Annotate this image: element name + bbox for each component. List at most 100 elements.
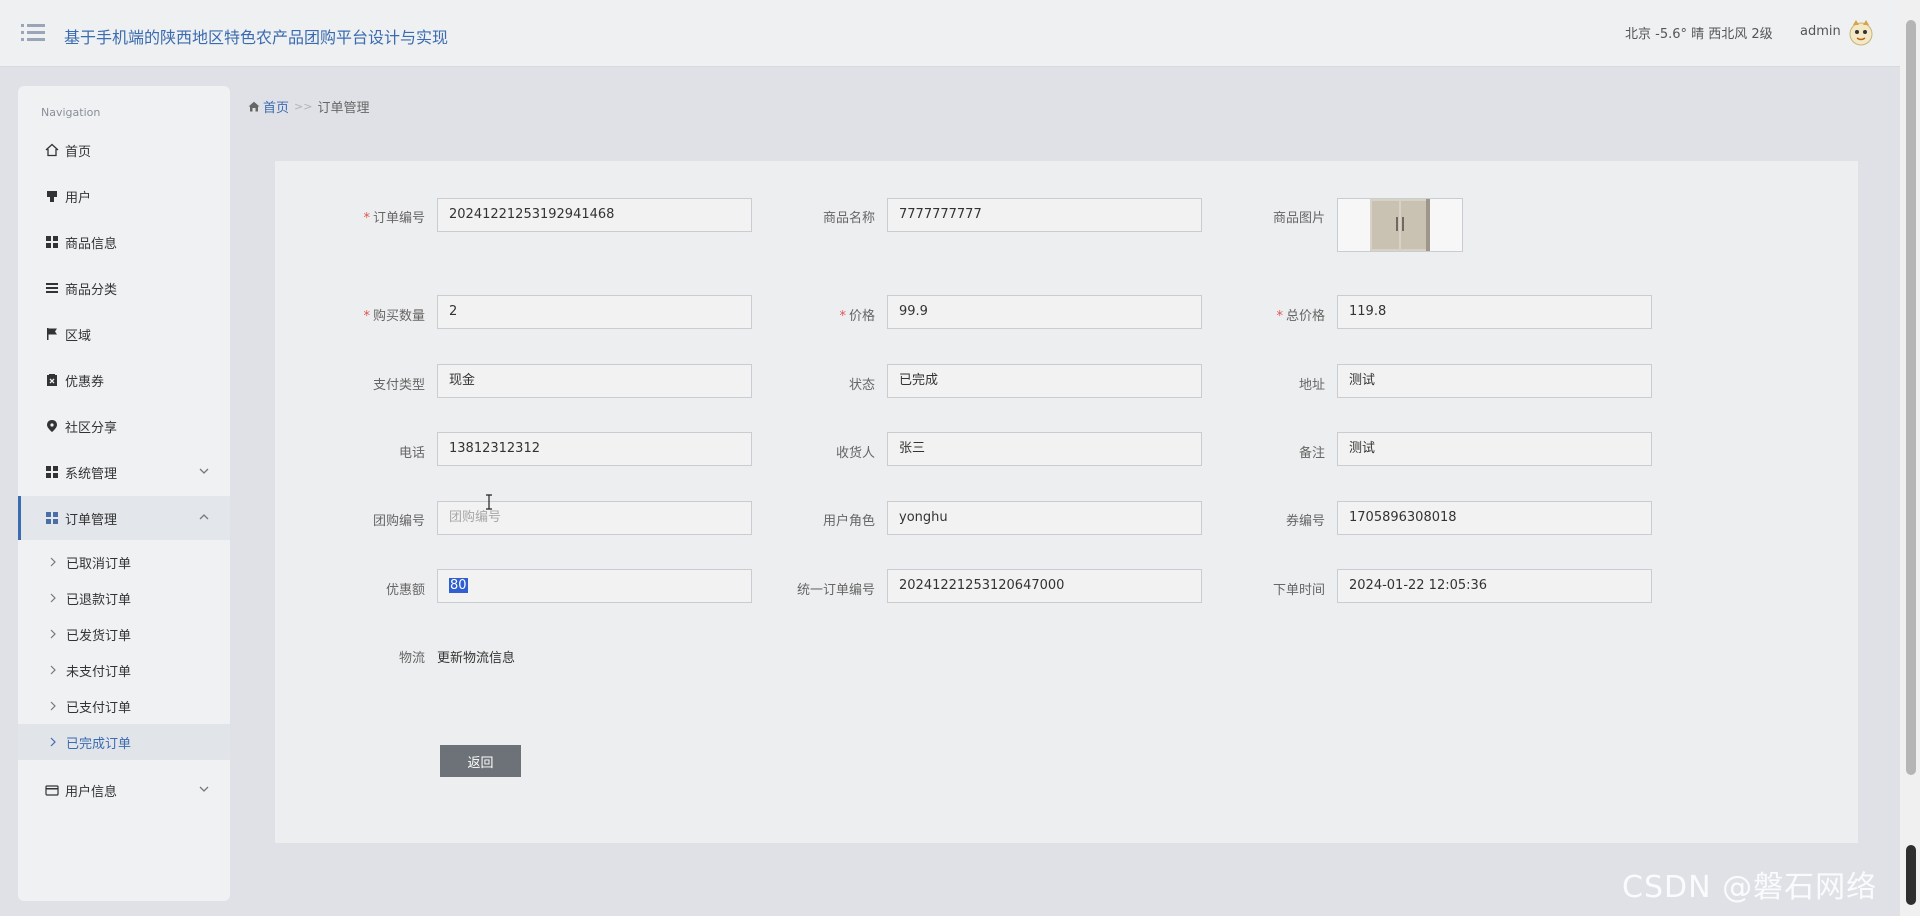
- chevron-right-icon: [50, 629, 56, 639]
- nav-heading: Navigation: [41, 106, 101, 119]
- grid-icon: [45, 511, 59, 525]
- grid-icon: [45, 465, 59, 479]
- pay-type-label: 支付类型: [372, 378, 425, 393]
- sidebar-subitem-shipped-orders[interactable]: 已发货订单: [18, 616, 230, 652]
- coupon-no-field[interactable]: 1705896308018: [1337, 501, 1652, 535]
- logistics-label: 物流: [398, 651, 425, 666]
- breadcrumb-separator: >>: [294, 100, 313, 113]
- quantity-field[interactable]: 2: [437, 295, 752, 329]
- sidebar-item-label: 优惠券: [65, 374, 105, 390]
- breadcrumb-current: 订单管理: [317, 101, 370, 116]
- scrollbar-thumb-lower[interactable]: [1906, 845, 1916, 905]
- total-price-label-text: 总价格: [1285, 309, 1325, 324]
- chevron-right-icon: [50, 701, 56, 711]
- avatar[interactable]: [1848, 18, 1874, 46]
- grid-icon: [45, 235, 59, 249]
- quantity-label: * 购买数量: [275, 305, 425, 324]
- address-field[interactable]: 测试: [1337, 364, 1652, 398]
- sidebar-subitem-unpaid-orders[interactable]: 未支付订单: [18, 652, 230, 688]
- discount-value: 80: [449, 578, 468, 593]
- breadcrumb: 首页 >> 订单管理: [248, 97, 369, 116]
- product-image-label: 商品图片: [1272, 211, 1325, 226]
- text-cursor-icon: [486, 494, 492, 510]
- sidebar-item-label: 首页: [65, 144, 92, 160]
- sidebar-item-label: 区域: [65, 328, 92, 344]
- flag-icon: [45, 327, 59, 341]
- scrollbar-thumb[interactable]: [1906, 20, 1916, 775]
- sidebar-subitem-label: 已发货订单: [66, 628, 132, 644]
- unified-order-no-label: 统一订单编号: [796, 583, 875, 598]
- sidebar-item-label: 用户信息: [65, 784, 118, 800]
- page-scrollbar[interactable]: [1900, 0, 1920, 916]
- price-field[interactable]: 99.9: [887, 295, 1202, 329]
- receiver-label: 收货人: [835, 446, 875, 461]
- sidebar-item-home[interactable]: 首页: [18, 128, 230, 172]
- status-label: 状态: [848, 378, 875, 393]
- sidebar: Navigation 首页 用户 商品信息 商品分类 区域 优惠券 社区分享 系…: [18, 86, 230, 901]
- sidebar-item-products[interactable]: 商品信息: [18, 220, 230, 264]
- chevron-right-icon: [50, 665, 56, 675]
- chevron-right-icon: [50, 737, 56, 747]
- receiver-field[interactable]: 张三: [887, 432, 1202, 466]
- phone-field[interactable]: 13812312312: [437, 432, 752, 466]
- required-marker: *: [1276, 309, 1283, 324]
- discount-field[interactable]: 80: [437, 569, 752, 603]
- required-marker: *: [363, 309, 370, 324]
- sidebar-item-region[interactable]: 区域: [18, 312, 230, 356]
- admin-username[interactable]: admin: [1800, 24, 1841, 39]
- sidebar-item-system[interactable]: 系统管理: [18, 450, 230, 494]
- chevron-right-icon: [50, 593, 56, 603]
- sidebar-subitem-cancelled-orders[interactable]: 已取消订单: [18, 544, 230, 580]
- sidebar-item-community[interactable]: 社区分享: [18, 404, 230, 448]
- order-time-field[interactable]: 2024-01-22 12:05:36: [1337, 569, 1652, 603]
- quantity-label-text: 购买数量: [372, 309, 425, 324]
- order-no-label-text: 订单编号: [372, 211, 425, 226]
- sidebar-subitem-paid-orders[interactable]: 已支付订单: [18, 688, 230, 724]
- location-icon: [45, 419, 59, 433]
- sidebar-item-label: 社区分享: [65, 420, 118, 436]
- sidebar-subitem-completed-orders[interactable]: 已完成订单: [18, 724, 230, 760]
- price-label: * 价格: [725, 305, 875, 324]
- unified-order-no-field[interactable]: 20241221253120647000: [887, 569, 1202, 603]
- sidebar-subitem-label: 已退款订单: [66, 592, 132, 608]
- sidebar-item-user-info[interactable]: 用户信息: [18, 768, 230, 812]
- sidebar-item-label: 商品分类: [65, 282, 118, 298]
- user-role-label: 用户角色: [822, 514, 875, 529]
- sidebar-item-orders[interactable]: 订单管理: [18, 496, 230, 540]
- total-price-field[interactable]: 119.8: [1337, 295, 1652, 329]
- coupon-no-label: 券编号: [1285, 514, 1325, 529]
- app-title: 基于手机端的陕西地区特色农产品团购平台设计与实现: [64, 28, 449, 47]
- chevron-down-icon: [199, 468, 209, 474]
- sidebar-item-users[interactable]: 用户: [18, 174, 230, 218]
- sidebar-subitem-refunded-orders[interactable]: 已退款订单: [18, 580, 230, 616]
- product-name-label: 商品名称: [822, 211, 875, 226]
- status-field[interactable]: 已完成: [887, 364, 1202, 398]
- home-icon: [248, 101, 260, 112]
- order-no-label: * 订单编号: [275, 207, 425, 226]
- product-name-field[interactable]: 7777777777: [887, 198, 1202, 232]
- sidebar-subitem-label: 未支付订单: [66, 664, 132, 680]
- order-no-field[interactable]: 20241221253192941468: [437, 198, 752, 232]
- list-icon: [45, 281, 59, 295]
- sidebar-item-categories[interactable]: 商品分类: [18, 266, 230, 310]
- coupon-icon: [45, 373, 59, 387]
- breadcrumb-home[interactable]: 首页: [248, 97, 289, 116]
- user-role-field[interactable]: yonghu: [887, 501, 1202, 535]
- update-logistics-link[interactable]: 更新物流信息: [437, 647, 515, 666]
- sidebar-item-label: 用户: [65, 190, 92, 206]
- sidebar-subitem-label: 已完成订单: [66, 736, 132, 752]
- order-detail-form: * 订单编号 20241221253192941468 商品名称 77777777…: [275, 161, 1858, 843]
- weather-info: 北京 -5.6° 晴 西北风 2级: [1625, 27, 1773, 42]
- back-button[interactable]: 返回: [440, 745, 521, 777]
- required-marker: *: [363, 211, 370, 226]
- pay-type-field[interactable]: 现金: [437, 364, 752, 398]
- user-icon: [45, 189, 59, 203]
- remark-field[interactable]: 测试: [1337, 432, 1652, 466]
- order-time-label: 下单时间: [1272, 583, 1325, 598]
- product-image[interactable]: [1337, 198, 1463, 252]
- sidebar-subitem-label: 已取消订单: [66, 556, 132, 572]
- menu-toggle-icon[interactable]: [21, 22, 45, 44]
- chevron-right-icon: [50, 557, 56, 567]
- sidebar-item-label: 系统管理: [65, 466, 118, 482]
- sidebar-item-coupons[interactable]: 优惠券: [18, 358, 230, 402]
